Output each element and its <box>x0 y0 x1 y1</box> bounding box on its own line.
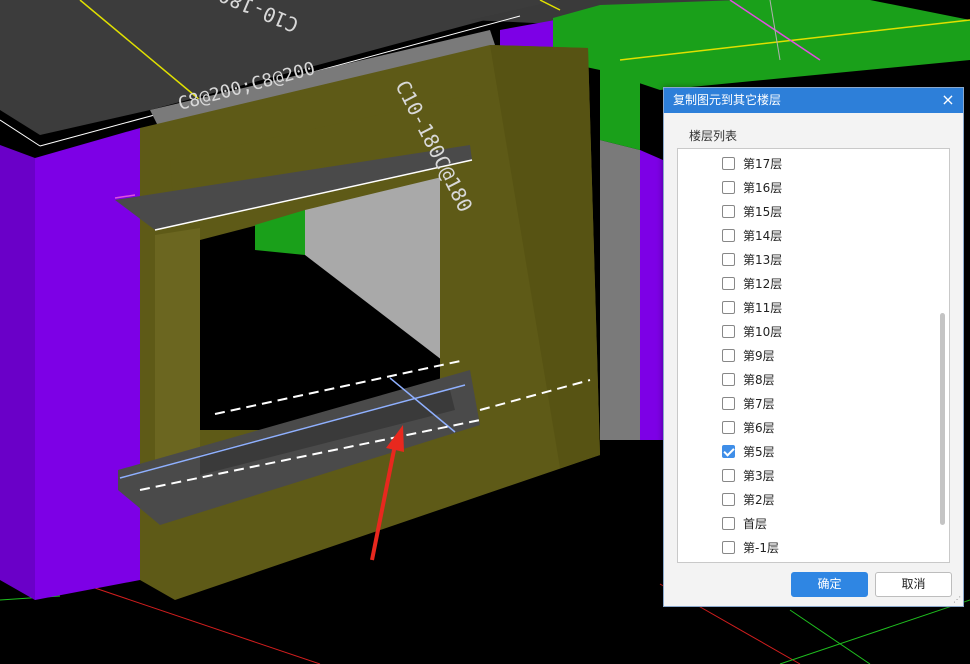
grid-line-green-2 <box>779 599 970 664</box>
floor-list-item[interactable]: 第15层 <box>722 199 782 223</box>
floor-list-item[interactable]: 第8层 <box>722 367 775 391</box>
checkbox-icon[interactable] <box>722 276 735 290</box>
floor-label: 第3层 <box>743 468 775 483</box>
floor-label: 第16层 <box>743 180 783 195</box>
checkbox-icon[interactable] <box>722 156 735 170</box>
checkbox-checked-icon[interactable] <box>722 444 735 458</box>
floor-label: 第10层 <box>743 324 783 339</box>
checkbox-icon[interactable] <box>722 516 735 530</box>
checkbox-icon[interactable] <box>722 228 735 242</box>
checkbox-icon[interactable] <box>722 348 735 362</box>
floor-list-item[interactable]: 首层 <box>722 511 767 535</box>
floor-label: 第7层 <box>743 396 775 411</box>
checkbox-icon[interactable] <box>722 468 735 482</box>
checkbox-icon[interactable] <box>722 492 735 506</box>
floor-label: 第17层 <box>743 156 783 171</box>
copy-to-floors-dialog: 复制图元到其它楼层 × 楼层列表 第17层第16层第15层第14层第13层第12… <box>663 87 964 607</box>
close-icon[interactable]: × <box>939 91 957 109</box>
floor-list-item[interactable]: 第7层 <box>722 391 775 415</box>
floor-label: 第12层 <box>743 276 783 291</box>
floor-list-item[interactable]: 第13层 <box>722 247 782 271</box>
checkbox-icon[interactable] <box>722 420 735 434</box>
ok-button[interactable]: 确定 <box>791 572 868 597</box>
floor-label: 第9层 <box>743 348 775 363</box>
purple-wall-right <box>640 150 663 440</box>
floor-list-item[interactable]: 第3层 <box>722 463 775 487</box>
floor-label: 第13层 <box>743 252 783 267</box>
floor-list-item[interactable]: 第11层 <box>722 295 782 319</box>
cancel-button[interactable]: 取消 <box>875 572 952 597</box>
floor-list-item[interactable]: 第17层 <box>722 151 782 175</box>
purple-wall-left-face <box>0 145 35 600</box>
floor-label: 第5层 <box>743 444 775 459</box>
checkbox-icon[interactable] <box>722 252 735 266</box>
floor-list-item[interactable]: 第5层 <box>722 439 775 463</box>
floor-list-label: 楼层列表 <box>689 129 738 143</box>
checkbox-icon[interactable] <box>722 300 735 314</box>
floor-list-scrollbar[interactable] <box>940 313 945 525</box>
floor-label: 第-1层 <box>743 540 779 555</box>
floor-label: 第11层 <box>743 300 783 315</box>
checkbox-icon[interactable] <box>722 396 735 410</box>
checkbox-icon[interactable] <box>722 180 735 194</box>
floor-label: 第6层 <box>743 420 775 435</box>
resize-grip-icon[interactable]: ⋰ <box>953 596 961 604</box>
floor-list[interactable]: 第17层第16层第15层第14层第13层第12层第11层第10层第9层第8层第7… <box>677 148 950 563</box>
dialog-title: 复制图元到其它楼层 <box>664 88 963 113</box>
floor-list-item[interactable]: 第14层 <box>722 223 782 247</box>
gray-pillar <box>600 140 640 440</box>
gray-pillar-top <box>600 60 640 150</box>
floor-label: 第2层 <box>743 492 775 507</box>
floor-list-item[interactable]: 第12层 <box>722 271 782 295</box>
checkbox-icon[interactable] <box>722 204 735 218</box>
floor-label: 第8层 <box>743 372 775 387</box>
floor-list-item[interactable]: 第6层 <box>722 415 775 439</box>
checkbox-icon[interactable] <box>722 324 735 338</box>
floor-list-item[interactable]: 第10层 <box>722 319 782 343</box>
floor-label: 首层 <box>743 516 768 531</box>
floor-list-item[interactable]: 第16层 <box>722 175 782 199</box>
floor-label: 第15层 <box>743 204 783 219</box>
floor-list-item[interactable]: 第2层 <box>722 487 775 511</box>
floor-list-item[interactable]: 第9层 <box>722 343 775 367</box>
checkbox-icon[interactable] <box>722 540 735 554</box>
grid-line-green-3 <box>789 609 871 664</box>
floor-list-item[interactable]: 第-1层 <box>722 535 779 559</box>
checkbox-icon[interactable] <box>722 372 735 386</box>
floor-label: 第14层 <box>743 228 783 243</box>
